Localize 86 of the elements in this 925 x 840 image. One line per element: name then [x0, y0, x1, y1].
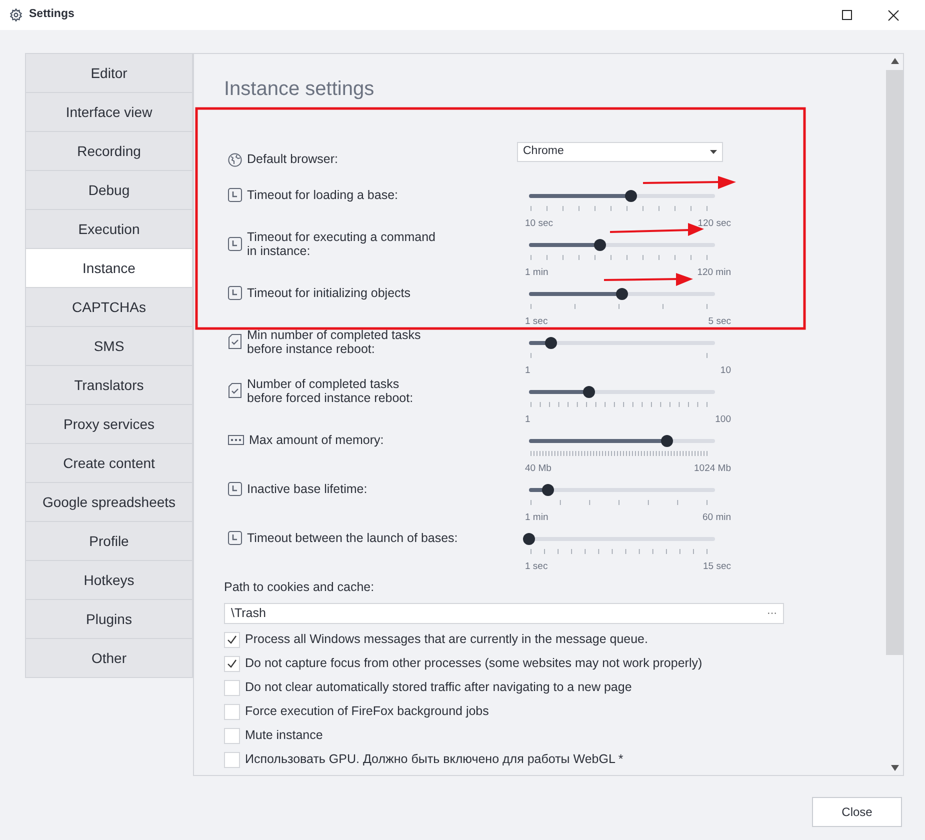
checkbox-label: Process all Windows messages that are currently in the message queue. — [245, 631, 648, 648]
checkbox-label: Do not clear automatically stored traffic after navigating to a new page — [245, 679, 632, 696]
sidebar-item[interactable]: Google spreadsheets — [25, 482, 193, 522]
range-min-label: 10 sec — [525, 217, 553, 231]
checkbox-label: Force execution of FireFox background jobs — [245, 703, 489, 720]
clock-icon — [228, 237, 242, 251]
maximize-icon — [842, 10, 852, 20]
sidebar-item[interactable]: SMS — [25, 326, 193, 366]
browser-dropdown[interactable]: Chrome — [517, 142, 723, 162]
settings-icon — [9, 8, 23, 22]
sidebar-item[interactable]: Editor — [25, 53, 193, 93]
check-icon — [227, 635, 237, 644]
clock-icon — [228, 188, 242, 202]
globe-icon — [228, 152, 242, 166]
panel-title: Instance settings — [224, 77, 376, 102]
scroll-down-icon — [890, 765, 898, 771]
slider-thumb[interactable] — [616, 288, 628, 300]
sidebar-item[interactable]: Recording — [25, 131, 193, 171]
sidebar-item[interactable]: Profile — [25, 521, 193, 561]
range-min-label: 1 sec — [525, 560, 548, 574]
clock-icon — [228, 531, 242, 545]
sidebar-item[interactable]: Plugins — [25, 599, 193, 639]
checkbox[interactable] — [224, 752, 240, 768]
slider-thumb[interactable] — [625, 190, 638, 202]
sidebar-item[interactable]: Proxy services — [25, 404, 193, 444]
checkbox[interactable] — [224, 656, 240, 672]
close-button[interactable]: Close — [812, 797, 902, 827]
sidebar-item[interactable]: CAPTCHAs — [25, 287, 193, 327]
checkbox-label: Mute instance — [245, 727, 323, 744]
checkbox[interactable] — [224, 632, 240, 648]
setting-label: Inactive base lifetime: — [247, 482, 368, 496]
setting-label: Timeout for executing a command in instance: — [247, 230, 436, 258]
setting-label: Timeout between the launch of bases: — [247, 531, 458, 545]
sidebar-item[interactable]: Interface view — [25, 92, 193, 132]
browse-button[interactable]: ··· — [767, 606, 777, 621]
setting-label: Timeout for loading a base: — [247, 188, 398, 202]
range-min-label: 1 min — [525, 266, 548, 280]
checkbox-label: Do not capture focus from other processes (some websites may not work properly) — [245, 655, 702, 672]
range-min-label: 1 — [525, 413, 530, 427]
range-max-label: 15 sec — [703, 560, 731, 574]
scroll-up-icon — [890, 58, 898, 64]
slider-thumb[interactable] — [523, 533, 535, 545]
range-max-label: 100 — [715, 413, 731, 427]
slider-thumb[interactable] — [660, 435, 673, 447]
range-max-label: 120 sec — [698, 217, 731, 231]
setting-label: Max amount of memory: — [249, 433, 384, 447]
checkbox[interactable] — [224, 728, 240, 744]
slider-thumb[interactable] — [594, 239, 606, 251]
sidebar-item[interactable]: Translators — [25, 365, 193, 405]
setting-label: Min number of completed tasks before instance reboot: — [247, 328, 421, 356]
window-title: Settings — [29, 7, 74, 22]
document-check-icon — [228, 334, 242, 350]
range-min-label: 1 — [525, 364, 530, 378]
memory-icon — [228, 435, 244, 445]
field-label: Path to cookies and cache: — [224, 579, 376, 596]
range-max-label: 5 sec — [708, 315, 731, 329]
sidebar-item[interactable]: Create content — [25, 443, 193, 483]
sidebar-item[interactable]: Execution — [25, 209, 193, 249]
close-icon — [888, 10, 898, 20]
checkbox[interactable] — [224, 704, 240, 720]
range-max-label: 60 min — [702, 511, 731, 525]
document-check-icon — [228, 383, 242, 399]
range-max-label: 120 min — [697, 266, 731, 280]
clock-icon — [228, 482, 242, 496]
clock-icon — [228, 286, 242, 300]
range-max-label: 10 — [720, 364, 731, 378]
sidebar-item[interactable]: Other — [25, 638, 193, 678]
range-min-label: 40 Mb — [525, 462, 552, 476]
check-icon — [227, 659, 237, 668]
slider-thumb[interactable] — [545, 337, 558, 349]
range-max-label: 1024 Mb — [694, 462, 731, 476]
path-field[interactable]: \Trash ··· — [224, 602, 784, 624]
setting-label: Default browser: — [247, 151, 338, 168]
setting-label: Timeout for initializing objects — [247, 286, 410, 300]
setting-label: Number of completed tasks before forced instance reboot: — [247, 377, 414, 405]
caret-icon — [710, 150, 717, 154]
sidebar-item[interactable]: Debug — [25, 170, 193, 210]
slider-thumb[interactable] — [582, 386, 595, 398]
scroll-thumb[interactable] — [886, 70, 903, 655]
checkbox-label: Использовать GPU. Должно быть включено для работы WebGL * — [245, 751, 624, 768]
sidebar-item[interactable]: Instance — [25, 248, 193, 288]
slider-thumb[interactable] — [542, 484, 554, 496]
checkbox[interactable] — [224, 680, 240, 696]
sidebar-item[interactable]: Hotkeys — [25, 560, 193, 600]
range-min-label: 1 sec — [525, 315, 548, 329]
range-min-label: 1 min — [525, 511, 548, 525]
